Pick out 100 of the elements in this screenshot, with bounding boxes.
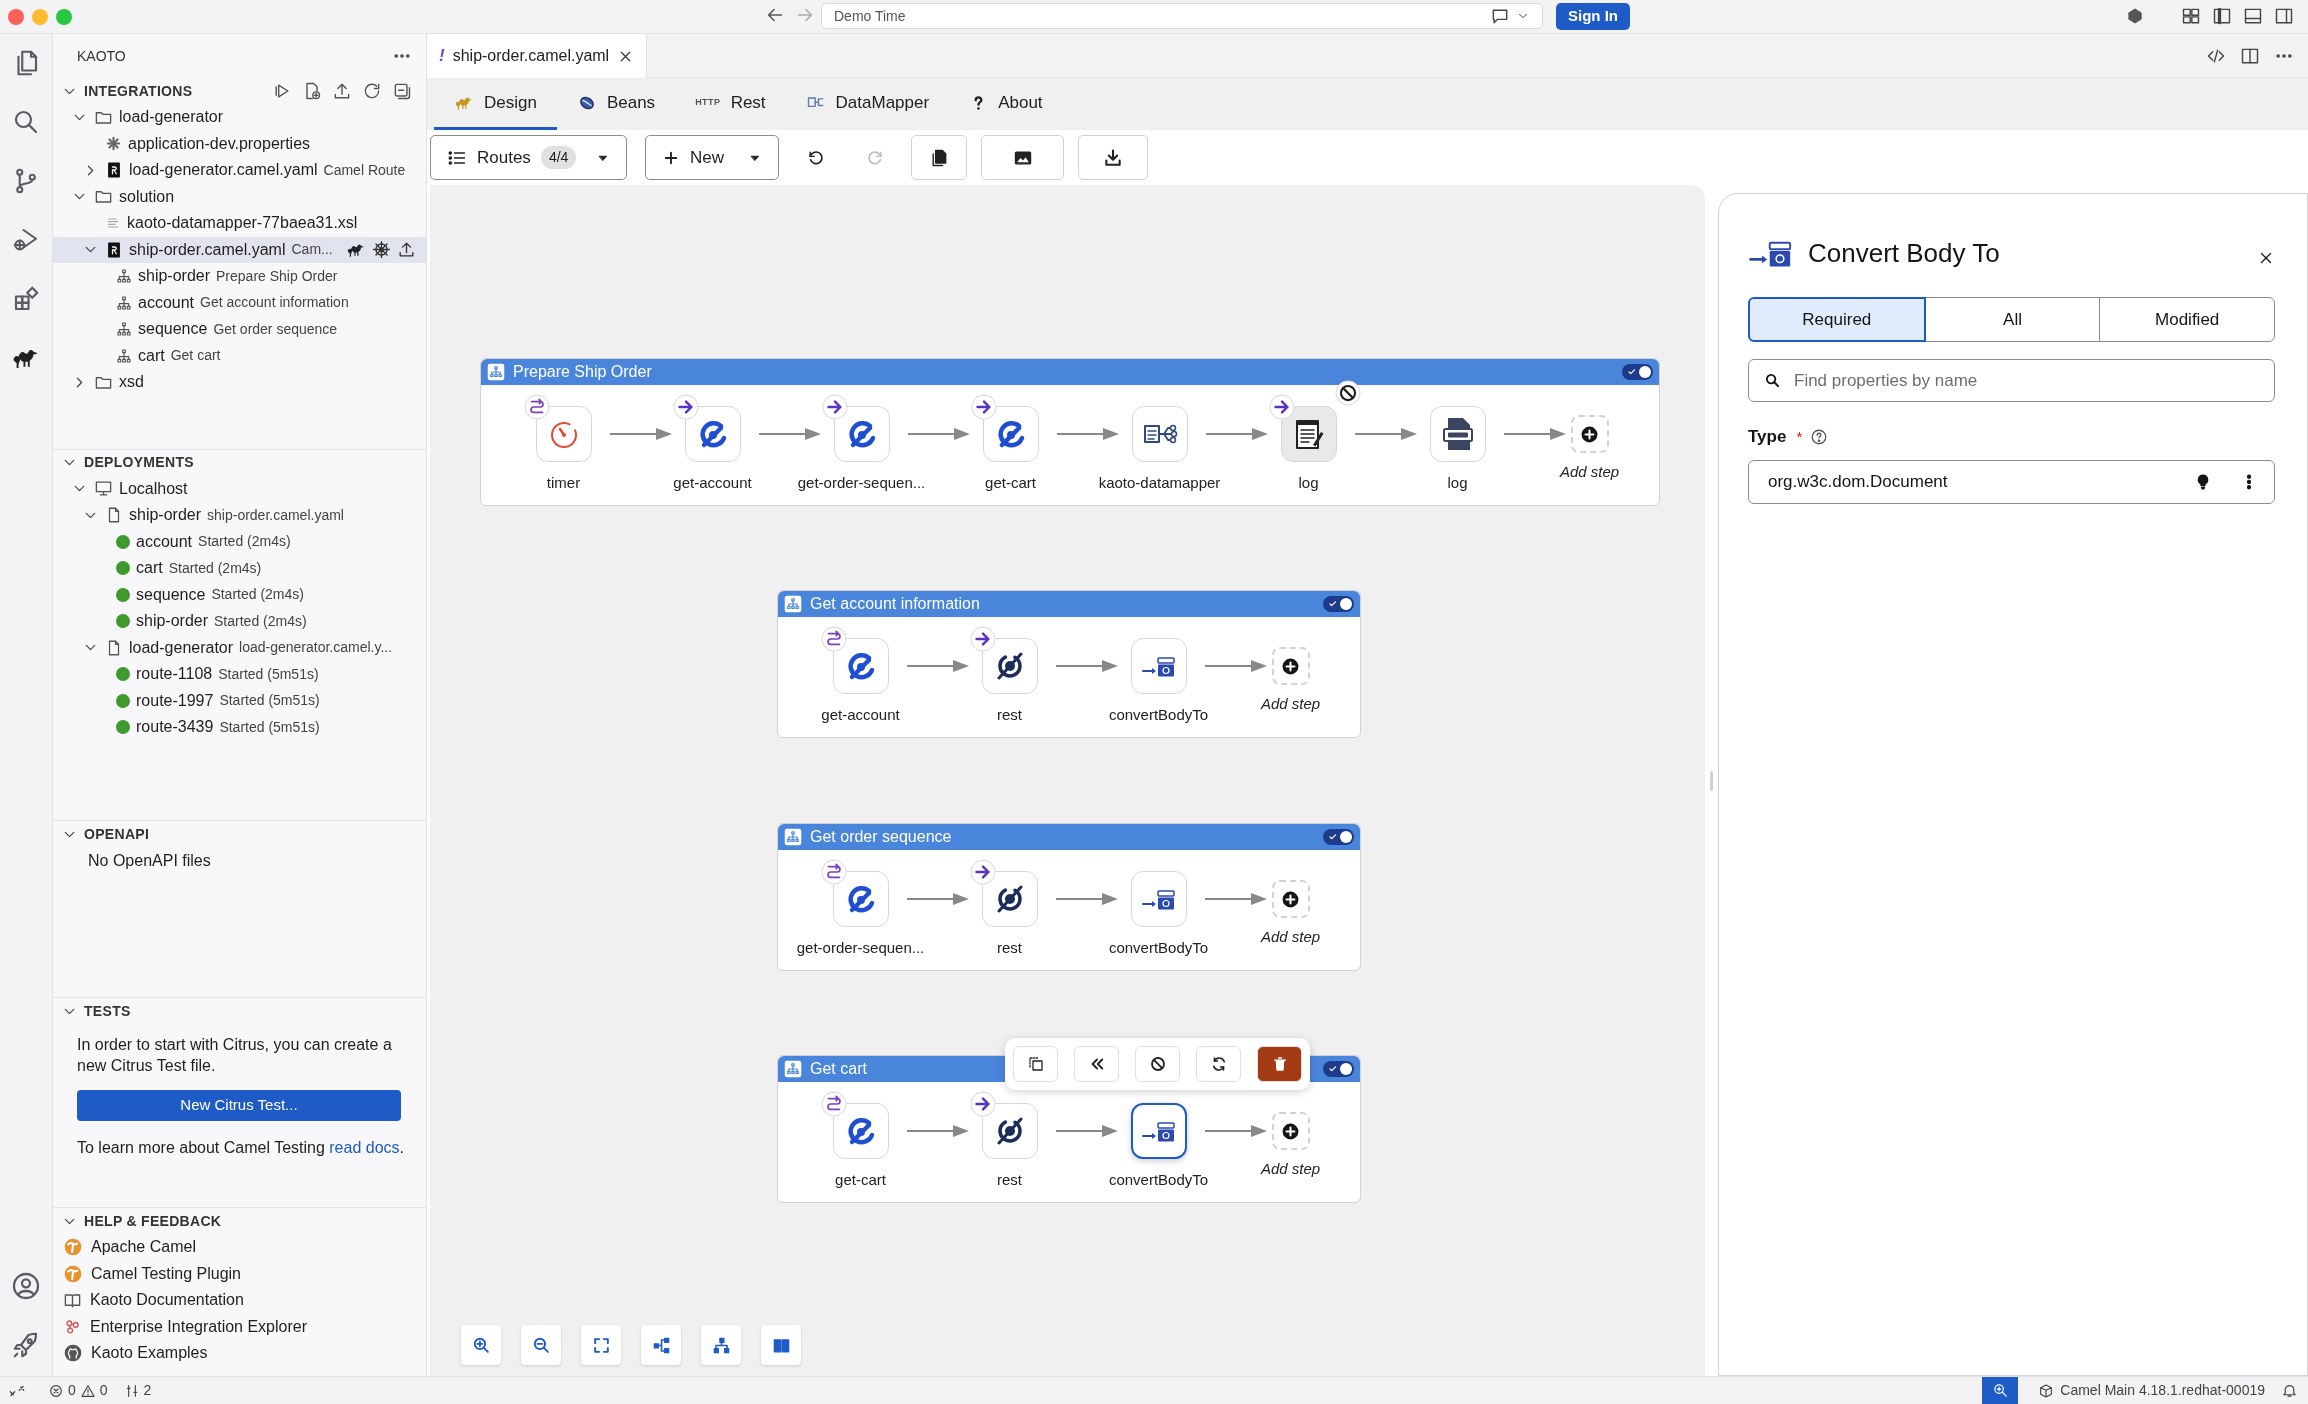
sidebar-left-icon[interactable] — [2212, 6, 2232, 26]
fit-view-button[interactable] — [581, 1325, 621, 1365]
ports-count[interactable]: 2 — [143, 1380, 152, 1401]
read-docs-link[interactable]: read docs — [329, 1139, 400, 1156]
view-tab[interactable]: Beans — [556, 78, 676, 130]
route-icon — [116, 321, 132, 338]
new-citrus-test-button[interactable]: New Citrus Test... — [77, 1090, 401, 1121]
zoom-status-button[interactable] — [1982, 1376, 2019, 1404]
routes-dropdown[interactable]: Routes 4/4 — [430, 135, 627, 180]
tree-row[interactable]: ship-order.camel.yaml Cam... — [53, 236, 426, 263]
disable-button[interactable] — [1135, 1046, 1180, 1082]
close-window-button[interactable] — [8, 8, 24, 25]
view-tab[interactable]: About — [949, 78, 1063, 130]
panel-bottom-icon[interactable] — [2243, 6, 2263, 26]
step-label: rest — [997, 938, 1022, 958]
legend-button[interactable] — [761, 1325, 801, 1365]
help-icon[interactable] — [1810, 427, 1829, 446]
resize-handle[interactable] — [1710, 770, 1713, 791]
duplicate-button[interactable] — [1013, 1046, 1058, 1082]
tree-row[interactable]: sequence Started (2m4s) — [53, 581, 426, 608]
copy-button[interactable] — [911, 135, 967, 180]
tree-row[interactable]: route-3439 Started (5m51s) — [53, 714, 426, 741]
helm-icon[interactable] — [372, 240, 391, 260]
help-link[interactable]: Kaoto Examples — [91, 1341, 208, 1366]
tree-row[interactable]: ship-order Started (2m4s) — [53, 608, 426, 635]
connector-arrow — [906, 891, 969, 907]
tree-row[interactable]: route-1108 Started (5m51s) — [53, 661, 426, 688]
tree-row[interactable]: cart Started (2m4s) — [53, 555, 426, 582]
help-link[interactable]: Apache Camel — [91, 1235, 196, 1260]
runtime-status[interactable]: Camel Main 4.18.1.redhat-00019 — [2060, 1380, 2265, 1401]
vertical-layout-button[interactable] — [701, 1325, 741, 1365]
tree-row[interactable]: solution — [53, 183, 426, 210]
filter-toggle[interactable]: Required — [1748, 297, 1926, 342]
zoom-in-button[interactable] — [461, 1325, 501, 1365]
replace-button[interactable] — [1196, 1046, 1241, 1082]
zoom-out-button[interactable] — [521, 1325, 561, 1365]
delete-button[interactable] — [1257, 1046, 1302, 1082]
new-dropdown[interactable]: New — [645, 135, 779, 180]
sidebar-right-icon[interactable] — [2274, 6, 2294, 26]
tree-row[interactable]: application-dev.properties — [53, 130, 426, 157]
help-link[interactable]: Enterprise Integration Explorer — [90, 1314, 307, 1339]
help-link[interactable]: Camel Testing Plugin — [91, 1261, 241, 1286]
bell-icon[interactable] — [2281, 1382, 2298, 1399]
view-tab[interactable]: DataMapper — [785, 78, 950, 130]
horizontal-layout-button[interactable] — [641, 1325, 681, 1365]
tree-row[interactable]: Localhost — [53, 475, 426, 502]
step-node[interactable] — [1130, 1103, 1187, 1159]
layout-icon[interactable] — [2181, 6, 2201, 26]
filter-toggle[interactable]: All — [1924, 297, 2101, 342]
collapse-button[interactable] — [1074, 1046, 1119, 1082]
account-icon[interactable] — [10, 1270, 42, 1302]
section-header[interactable]: TESTS — [84, 1000, 131, 1022]
step-label: convertBodyTo — [1108, 1170, 1209, 1190]
github-icon[interactable] — [63, 1343, 83, 1364]
route-toggle[interactable] — [1323, 1061, 1354, 1077]
tree-row[interactable]: load-generator — [53, 104, 426, 131]
section-header[interactable]: OPENAPI — [84, 823, 150, 845]
add-step-button[interactable] — [1271, 1112, 1310, 1150]
type-field[interactable]: org.w3c.dom.Document — [1748, 459, 2275, 504]
upload-icon[interactable] — [397, 240, 416, 260]
add-step-button[interactable] — [1271, 647, 1310, 685]
tree-row[interactable]: account Started (2m4s) — [53, 528, 426, 555]
box-icon[interactable] — [2038, 1382, 2055, 1399]
export-icon[interactable] — [332, 81, 352, 101]
section-header[interactable]: DEPLOYMENTS — [84, 452, 194, 473]
tree-row[interactable]: account Get account information — [53, 289, 426, 316]
help-link[interactable]: Kaoto Documentation — [90, 1288, 244, 1313]
warning-icon[interactable] — [79, 1382, 96, 1399]
error-icon[interactable] — [48, 1382, 64, 1399]
sign-in-button[interactable]: Sign In — [1556, 3, 1630, 30]
tree-row[interactable]: ship-order Prepare Ship Order — [53, 263, 426, 290]
error-count[interactable]: 0 — [68, 1380, 76, 1401]
export-image-button[interactable] — [981, 135, 1064, 180]
chat-icon[interactable] — [1490, 6, 1510, 26]
section-header[interactable]: HELP & FEEDBACK — [84, 1210, 222, 1232]
editor-tab[interactable]: ! ship-order.camel.yaml — [427, 34, 648, 78]
add-step-button[interactable] — [1271, 880, 1310, 918]
tree-row[interactable]: load-generator load-generator.camel.y... — [53, 634, 426, 661]
refresh-icon[interactable] — [362, 81, 382, 101]
warning-count[interactable]: 0 — [99, 1380, 108, 1401]
download-button[interactable] — [1078, 135, 1148, 180]
section-header[interactable]: INTEGRATIONS — [84, 80, 193, 102]
command-center[interactable]: Demo Time — [821, 3, 1543, 29]
tree-row[interactable]: kaoto-datamapper-77baea31.xsl — [53, 210, 426, 237]
tree-row[interactable]: cart Get cart — [53, 342, 426, 369]
filter-toggle[interactable]: Modified — [2099, 297, 2275, 342]
route-toggle[interactable] — [1323, 829, 1354, 845]
tree-row[interactable]: sequence Get order sequence — [53, 316, 426, 343]
item-label: xsd — [119, 372, 144, 393]
tree-row[interactable]: route-1997 Started (5m51s) — [53, 687, 426, 714]
route-toggle[interactable] — [1323, 596, 1354, 612]
property-search-field[interactable]: Find properties by name — [1748, 359, 2275, 402]
view-tab[interactable]: HTTP Rest — [675, 78, 786, 130]
collapse-all-icon[interactable] — [392, 81, 412, 101]
view-tab[interactable]: Design — [434, 78, 557, 130]
tree-row[interactable]: xsd — [53, 369, 426, 396]
route-toggle[interactable] — [1622, 364, 1653, 380]
tree-row[interactable]: load-generator.camel.yaml Camel Route — [53, 157, 426, 184]
tree-row[interactable]: ship-order ship-order.camel.yaml — [53, 502, 426, 529]
add-step-button[interactable] — [1570, 415, 1609, 453]
